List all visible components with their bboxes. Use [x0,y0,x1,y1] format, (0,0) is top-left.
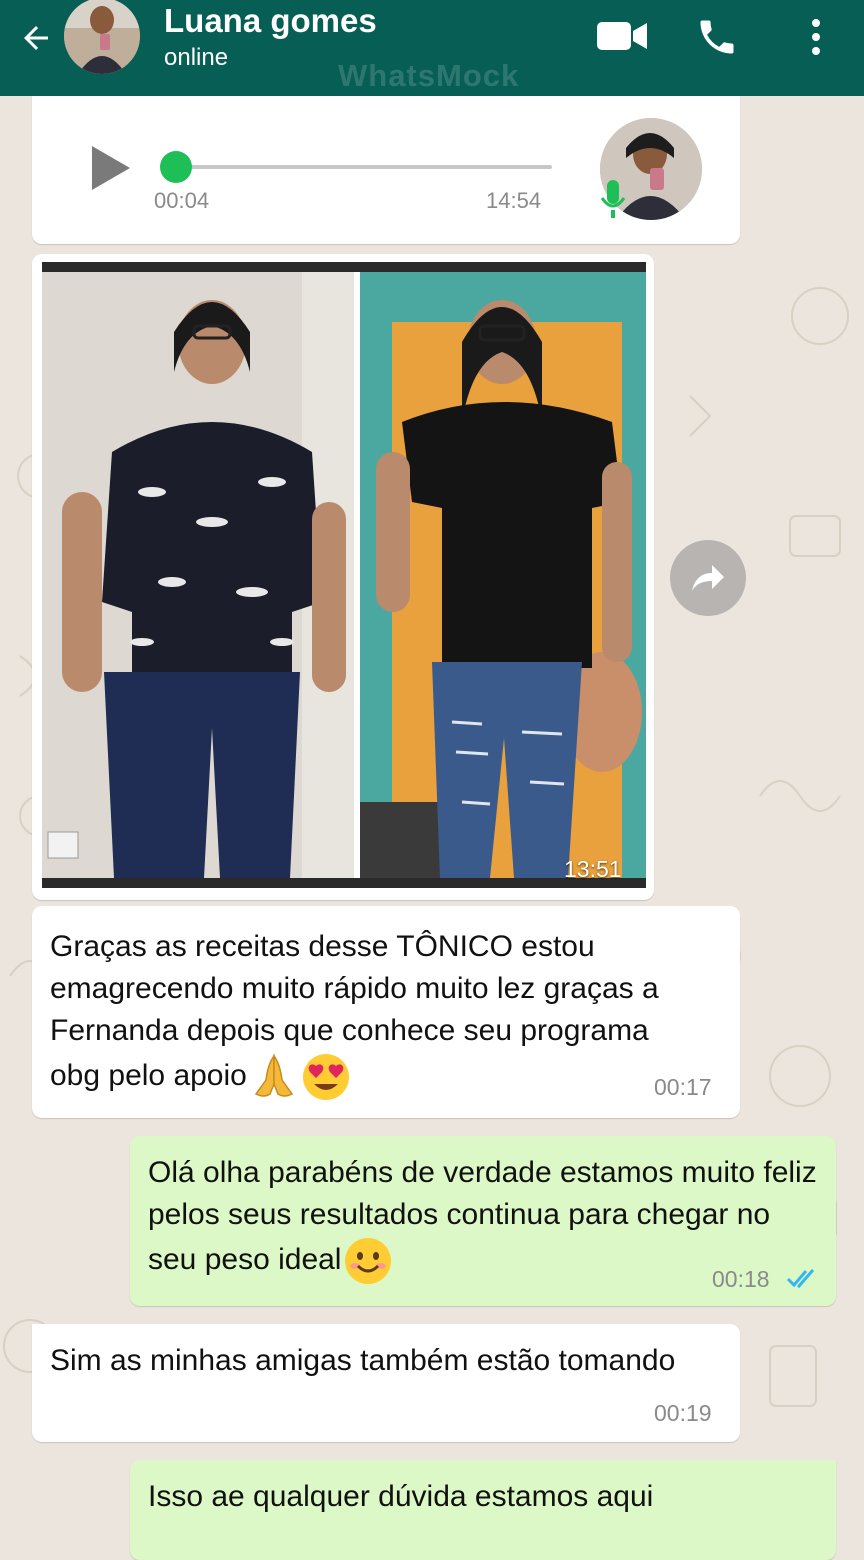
watermark: WhatsMock [338,58,520,93]
message-text: Sim as minhas amigas também estão tomand… [50,1344,676,1377]
more-vert-icon [812,19,820,55]
contact-name[interactable]: Luana gomes [164,2,377,40]
video-call-icon [597,22,647,50]
audio-elapsed: 00:04 [154,188,210,213]
read-receipt-icon [786,1269,815,1289]
video-call-button[interactable] [590,14,654,58]
message-bubble-incoming[interactable]: Graças as receitas desse TÔNICO estou em… [32,906,740,1118]
phone-call-icon [700,20,734,54]
profile-photo [64,0,140,74]
message-bubble-incoming[interactable]: Sim as minhas amigas também estão tomand… [32,1324,740,1442]
message-text: Graças as receitas desse TÔNICO estou em… [50,926,690,1102]
heart-eyes-emoji [301,1052,351,1102]
play-button[interactable] [86,142,134,194]
forward-arrow-icon [692,565,724,591]
before-after-photo [42,262,646,888]
message-time: 00:18 [712,1266,770,1292]
chat-header: Luana gomes online WhatsMock [0,0,864,96]
message-time: 14:54 [486,188,542,213]
audio-seek-bar[interactable] [159,151,552,183]
message-bubble-outgoing[interactable]: Isso ae qualquer dúvida estamos aqui [130,1460,836,1560]
smiling-face-emoji [343,1236,393,1286]
back-button[interactable] [14,16,58,60]
praying-hands-emoji [249,1052,299,1102]
message-bubble-outgoing[interactable]: Olá olha parabéns de verdade estamos mui… [130,1136,836,1306]
message-time: 13:51 [564,856,622,882]
contact-avatar[interactable] [64,0,140,74]
message-time: 00:17 [654,1074,712,1100]
audio-seek-handle[interactable] [159,151,192,183]
message-time: 00:19 [654,1400,712,1426]
message-text: Isso ae qualquer dúvida estamos aqui [148,1480,654,1513]
forward-button[interactable] [670,540,746,616]
back-arrow-icon [24,26,48,50]
microphone-icon [598,178,628,222]
play-icon [92,146,130,190]
contact-status: online [164,44,229,71]
voice-call-button[interactable] [692,12,742,62]
shared-photo[interactable] [42,262,646,888]
more-options-button[interactable] [796,12,836,62]
